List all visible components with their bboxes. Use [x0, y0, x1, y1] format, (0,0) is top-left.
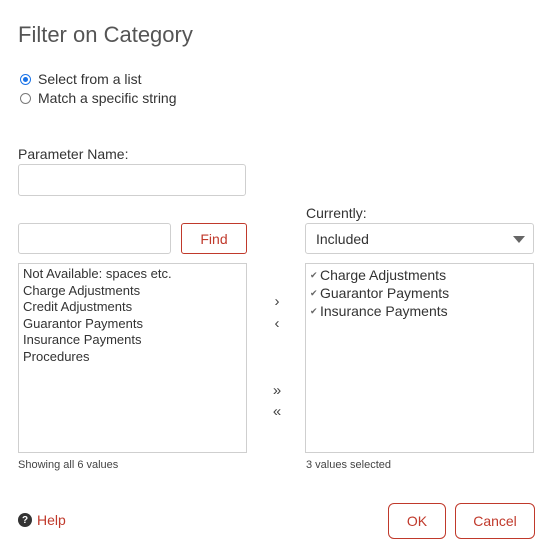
checkmark-icon: ✔: [310, 288, 318, 298]
list-item[interactable]: ✔ Insurance Payments: [310, 302, 529, 320]
radio-label: Match a specific string: [38, 90, 177, 106]
list-item[interactable]: ✔ Guarantor Payments: [310, 284, 529, 302]
find-button[interactable]: Find: [181, 223, 247, 254]
add-selected-button[interactable]: ›: [270, 294, 284, 309]
list-item[interactable]: Not Available: spaces etc.: [23, 266, 242, 283]
list-item[interactable]: Credit Adjustments: [23, 299, 242, 316]
add-all-button[interactable]: »: [270, 383, 284, 398]
list-item[interactable]: Procedures: [23, 349, 242, 366]
remove-all-button[interactable]: «: [270, 404, 284, 419]
parameter-name-input[interactable]: [18, 164, 246, 196]
available-values-list[interactable]: Not Available: spaces etc. Charge Adjust…: [18, 263, 247, 453]
currently-label: Currently:: [306, 205, 367, 221]
selected-count-status: 3 values selected: [306, 459, 391, 471]
chevron-down-icon: [513, 236, 525, 243]
radio-match-specific-string[interactable]: Match a specific string: [20, 90, 177, 106]
list-item[interactable]: Guarantor Payments: [23, 316, 242, 333]
selected-values-list[interactable]: ✔ Charge Adjustments ✔ Guarantor Payment…: [305, 263, 534, 453]
checkmark-icon: ✔: [310, 306, 318, 316]
parameter-name-label: Parameter Name:: [18, 146, 129, 162]
checkmark-icon: ✔: [310, 270, 318, 280]
radio-label: Select from a list: [38, 71, 142, 87]
cancel-button[interactable]: Cancel: [455, 503, 535, 539]
list-item-label: Charge Adjustments: [320, 267, 447, 283]
dialog-title: Filter on Category: [18, 22, 193, 47]
list-item[interactable]: Charge Adjustments: [23, 283, 242, 300]
remove-selected-button[interactable]: ‹: [270, 316, 284, 331]
list-item[interactable]: ✔ Charge Adjustments: [310, 266, 529, 284]
currently-select-value: Included: [316, 230, 369, 247]
list-item[interactable]: Insurance Payments: [23, 332, 242, 349]
question-circle-icon: ?: [18, 513, 32, 527]
help-label: Help: [37, 512, 66, 528]
list-item-label: Guarantor Payments: [320, 285, 450, 301]
currently-select[interactable]: Included: [305, 223, 534, 254]
radio-button-unchecked[interactable]: [20, 92, 31, 104]
available-count-status: Showing all 6 values: [18, 459, 119, 471]
search-input[interactable]: [18, 223, 171, 254]
help-link[interactable]: ? Help: [18, 512, 66, 528]
list-item-label: Insurance Payments: [320, 303, 448, 319]
radio-button-checked[interactable]: [20, 73, 31, 85]
radio-select-from-list[interactable]: Select from a list: [20, 71, 141, 87]
ok-button[interactable]: OK: [388, 503, 446, 539]
